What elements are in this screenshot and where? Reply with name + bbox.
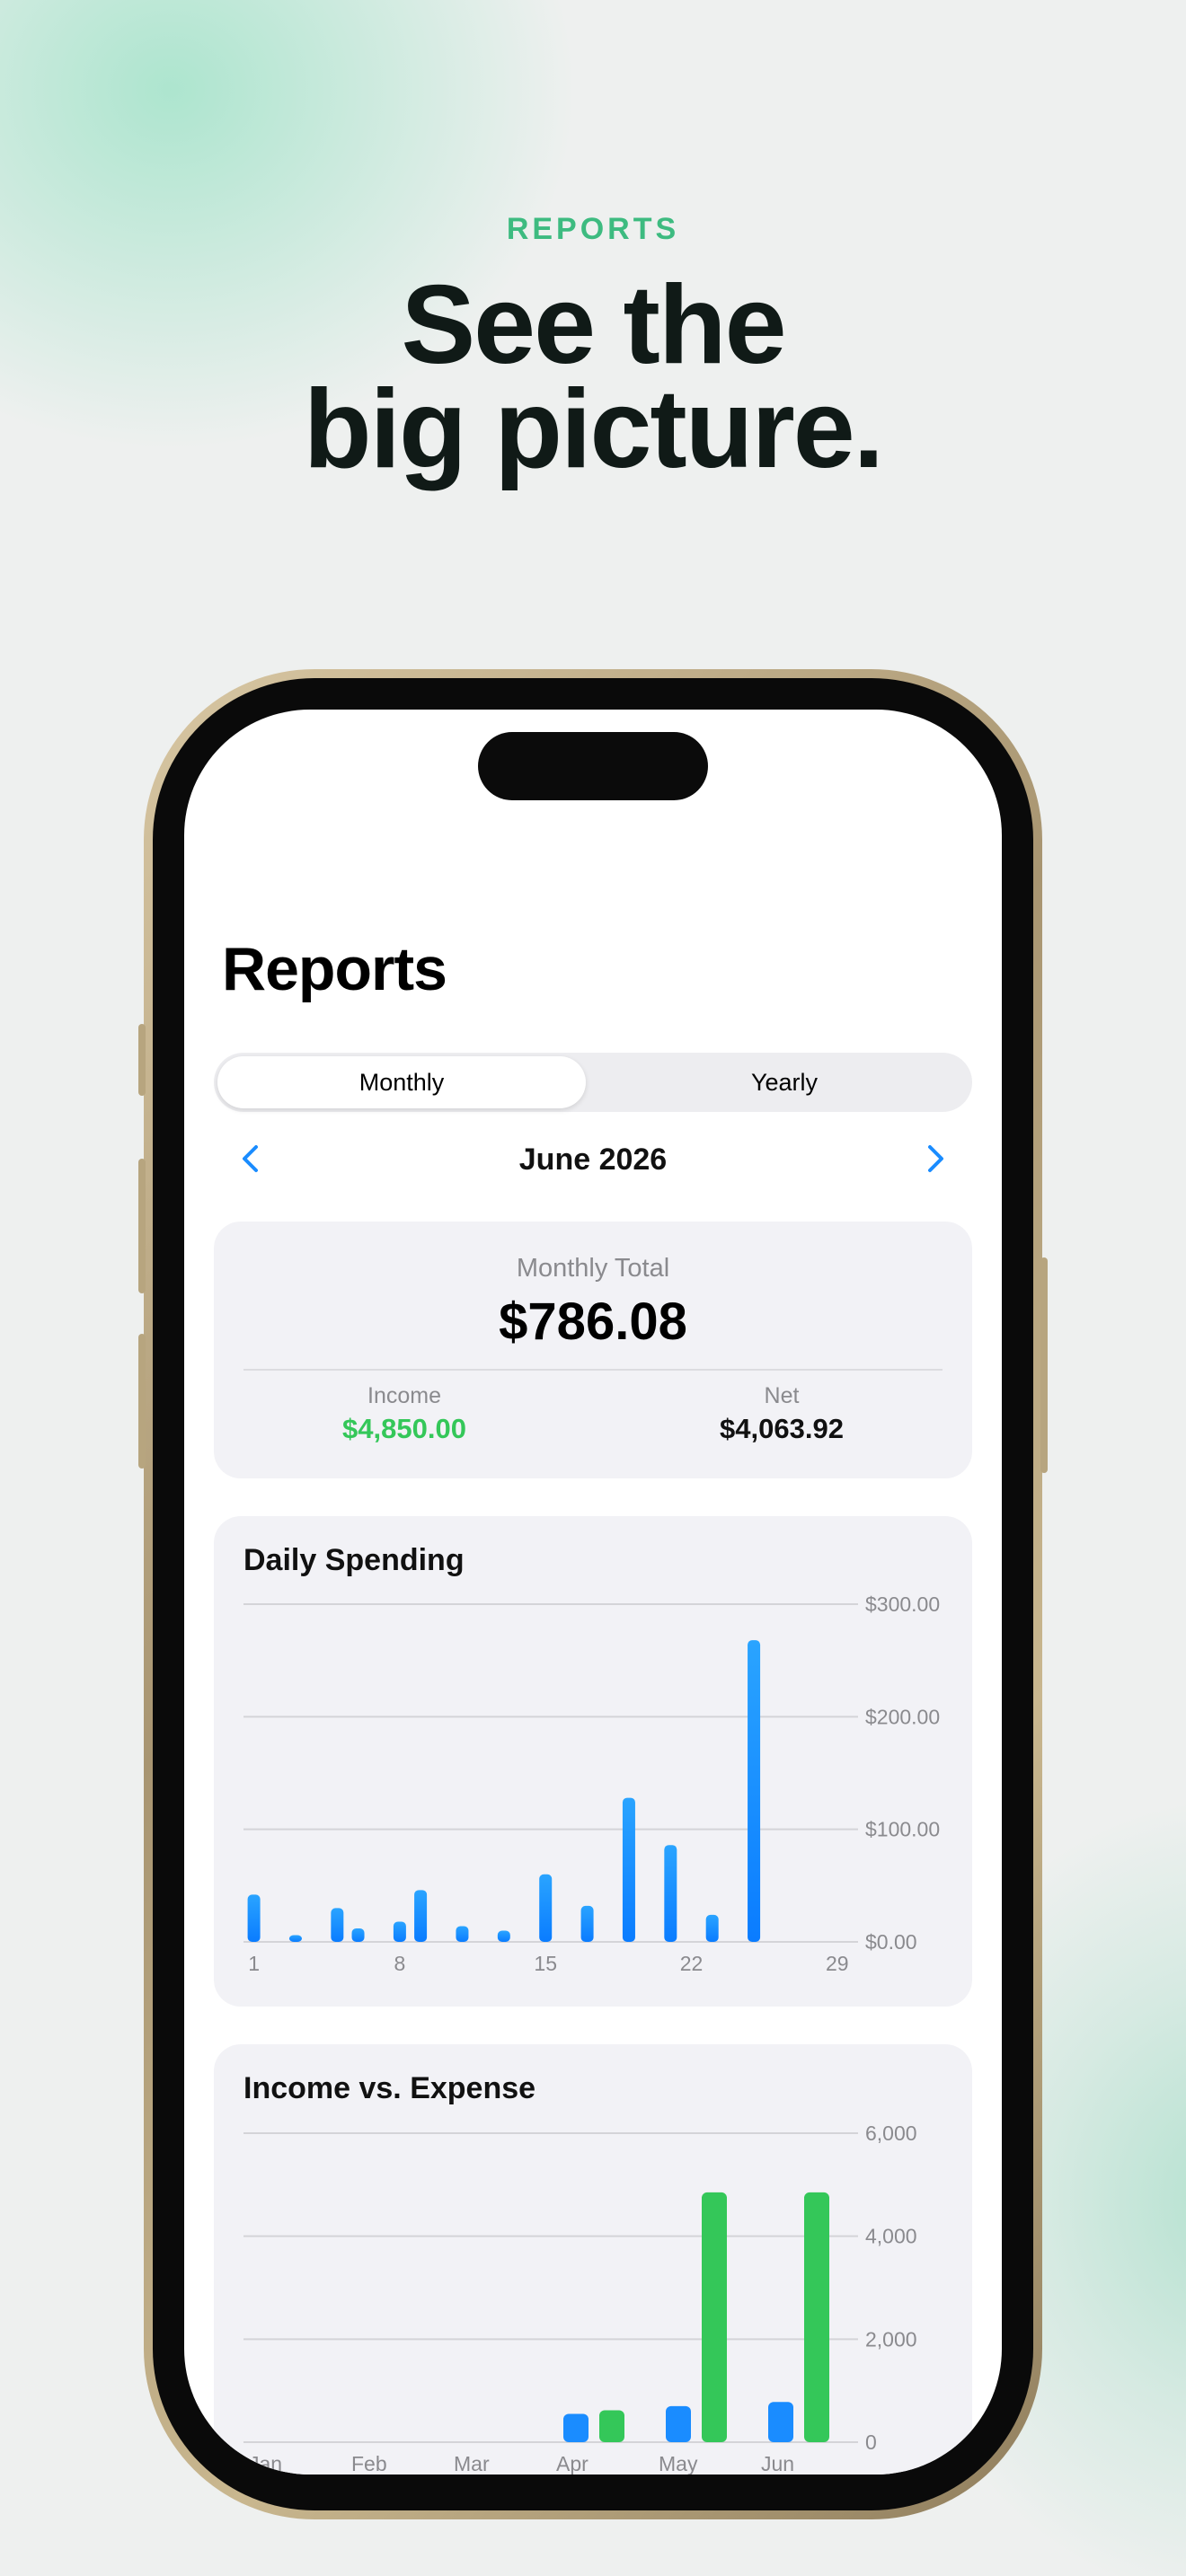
- x-tick-label: May: [659, 2452, 698, 2475]
- headline-line-2: big picture.: [303, 367, 884, 491]
- bar: [456, 1926, 469, 1942]
- divider: [243, 1369, 943, 1371]
- bar: [288, 1935, 302, 1942]
- side-button: [1040, 1257, 1048, 1473]
- monthly-total-label: Monthly Total: [516, 1254, 670, 1283]
- segment-yearly[interactable]: Yearly: [600, 1056, 969, 1108]
- x-tick-label: Jan: [249, 2452, 282, 2475]
- bar: [768, 2402, 793, 2442]
- bar: [804, 2192, 829, 2442]
- daily-spending-card: Daily Spending $0.00 $100.00 $200.00 $300.0…: [214, 1516, 972, 2007]
- bar: [666, 2405, 691, 2442]
- bar: [664, 1845, 677, 1942]
- net-value: $4,063.92: [720, 1413, 844, 1444]
- income-value: $4,850.00: [342, 1413, 466, 1444]
- daily-spending-chart: $0.00 $100.00 $200.00 $300.00 1 8 15 22 29: [243, 1592, 940, 1975]
- y-tick-label: $100.00: [865, 1818, 940, 1841]
- period-navigator: June 2026: [214, 1132, 972, 1186]
- x-tick-label: Apr: [556, 2452, 589, 2475]
- headline-line-1: See the: [401, 263, 786, 387]
- bar: [622, 1797, 635, 1942]
- y-tick-label: $300.00: [865, 1592, 940, 1616]
- period-segmented-control: Monthly Yearly: [214, 1053, 972, 1112]
- x-tick-label: Jun: [761, 2452, 794, 2475]
- x-tick-label: 15: [534, 1952, 557, 1975]
- bar: [539, 1874, 553, 1942]
- bar: [393, 1921, 406, 1942]
- x-tick-label: 1: [248, 1952, 260, 1975]
- monthly-summary-card: Monthly Total $786.08 Income $4,850.00 N…: [214, 1222, 972, 1478]
- y-tick-label: 2,000: [865, 2327, 917, 2351]
- section-eyebrow: REPORTS: [506, 212, 680, 246]
- bar: [580, 1905, 594, 1942]
- volume-up-button: [138, 1159, 146, 1293]
- x-tick-label: 22: [680, 1952, 704, 1975]
- x-tick-label: Feb: [351, 2452, 387, 2475]
- income-expense-card: Income vs. Expense 0 2,000 4,000 6,000 Jan Fe…: [214, 2044, 972, 2475]
- period-label: June 2026: [518, 1142, 668, 1177]
- y-tick-label: 6,000: [865, 2122, 917, 2145]
- bar: [705, 1914, 719, 1942]
- bar: [563, 2413, 589, 2442]
- bar: [702, 2192, 727, 2442]
- bar: [414, 1890, 428, 1942]
- bar: [748, 1640, 761, 1942]
- action-button: [138, 1024, 146, 1096]
- bar: [497, 1930, 510, 1942]
- x-tick-label: Mar: [454, 2452, 490, 2475]
- chevron-right-icon[interactable]: [915, 1139, 954, 1178]
- bar: [351, 1928, 365, 1942]
- monthly-total-value: $786.08: [499, 1292, 687, 1351]
- page-title: Reports: [222, 935, 447, 1003]
- y-tick-label: 4,000: [865, 2225, 917, 2248]
- income-expense-chart: 0 2,000 4,000 6,000 Jan Feb Mar Apr May Jun: [243, 2122, 917, 2475]
- net-label: Net: [764, 1383, 800, 1408]
- phone-screen: Reports Monthly Yearly June 2026 Monthly…: [184, 710, 1002, 2475]
- dynamic-island: [478, 732, 708, 800]
- bar: [599, 2410, 624, 2442]
- headline: See the big picture.: [0, 263, 1186, 491]
- y-tick-label: $0.00: [865, 1930, 917, 1954]
- y-tick-label: $200.00: [865, 1705, 940, 1728]
- bar: [331, 1908, 344, 1942]
- income-label: Income: [367, 1383, 441, 1408]
- y-tick-label: 0: [865, 2430, 877, 2454]
- x-tick-label: 8: [394, 1952, 405, 1975]
- bar: [247, 1894, 261, 1942]
- net-summary: Net $4,063.92: [593, 1383, 970, 1445]
- segment-monthly[interactable]: Monthly: [217, 1056, 586, 1108]
- volume-down-button: [138, 1334, 146, 1469]
- income-summary: Income $4,850.00: [216, 1383, 593, 1445]
- x-tick-label: 29: [826, 1952, 849, 1975]
